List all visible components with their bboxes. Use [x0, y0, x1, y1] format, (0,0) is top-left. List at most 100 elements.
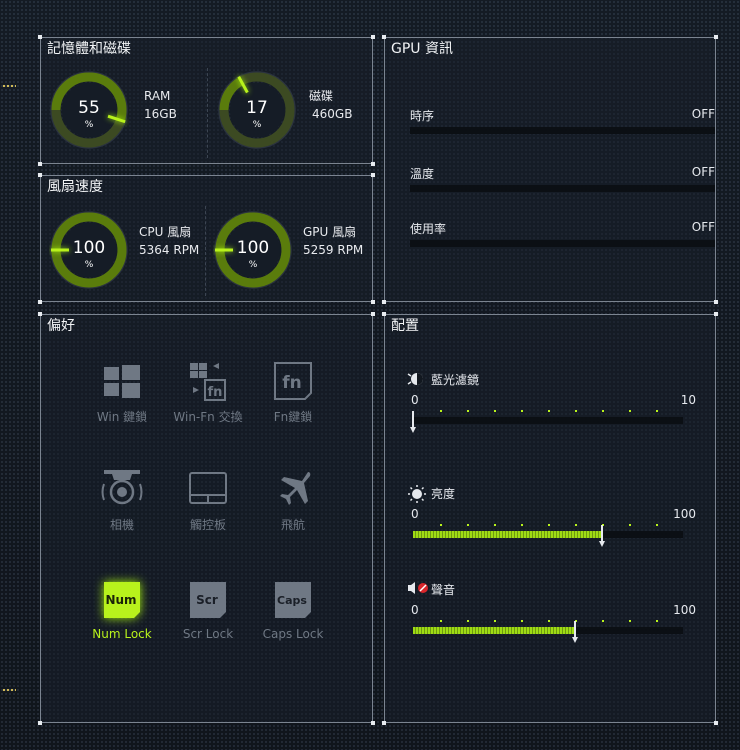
ram-label: RAM 16GB: [144, 87, 177, 123]
ram-gauge-unit: %: [84, 120, 94, 130]
gpu-row-value: OFF: [691, 220, 715, 234]
pref-label: Num Lock: [92, 627, 152, 641]
slider-name: 亮度: [431, 487, 456, 501]
caps-lock-icon: Caps: [275, 582, 311, 618]
cpu-fan-gauge-unit: %: [84, 260, 94, 270]
camera-button[interactable]: 相機: [77, 468, 167, 533]
slider-tick: [548, 620, 550, 622]
fan-panel-title: 風扇速度: [47, 179, 103, 195]
slider-thumb[interactable]: [599, 525, 605, 547]
slider-tick: [575, 410, 577, 412]
fn-key-lock-button[interactable]: fn Fn鍵鎖: [248, 360, 338, 425]
slider-tick: [467, 620, 469, 622]
slider-tick: [548, 524, 550, 526]
win-fn-swap-icon: fn: [190, 363, 226, 401]
slider-tick: [440, 410, 442, 412]
fn-key-icon: fn: [274, 362, 312, 400]
gpu-fan-gauge-value: 100: [236, 238, 270, 258]
gpu-panel-title: GPU 資訊: [391, 41, 453, 57]
config-panel: 配置 藍光濾鏡 0 10 亮度 0 100 聲音 0 100: [382, 312, 718, 725]
slider-thumb[interactable]: [410, 411, 416, 433]
slider-name: 藍光濾鏡: [431, 373, 480, 387]
gpu-row-bar: [410, 185, 715, 192]
brightness-icon: [408, 485, 426, 503]
pref-label: Scr Lock: [182, 627, 234, 641]
slider-name: 聲音: [431, 583, 456, 597]
disk-name: 磁碟: [309, 89, 334, 103]
slider-tick: [494, 410, 496, 412]
cpu-fan-rpm: 5364 RPM: [139, 243, 200, 257]
gpu-fan-gauge: 100 %: [213, 210, 293, 290]
edge-decoration: [2, 688, 16, 693]
win-key-lock-button[interactable]: Win 鍵鎖: [77, 362, 167, 425]
config-panel-title: 配置: [391, 318, 419, 334]
cpu-fan-name: CPU 風扇: [139, 225, 192, 239]
fan-divider: [205, 206, 206, 296]
gpu-row-bar: [410, 127, 715, 134]
slider-track[interactable]: [413, 531, 683, 538]
slider-fill: [413, 627, 575, 634]
num-lock-key-text: Num: [105, 593, 136, 607]
scroll-lock-icon: Scr: [190, 582, 226, 618]
slider-thumb[interactable]: [572, 621, 578, 643]
airplane-icon: [280, 472, 311, 505]
slider-tick: [629, 524, 631, 526]
svg-text:fn: fn: [208, 385, 223, 400]
caps-lock-button[interactable]: Caps Caps Lock: [248, 579, 338, 641]
memory-panel-title: 記憶體和磁碟: [47, 41, 131, 57]
cpu-fan-label: CPU 風扇 5364 RPM: [139, 223, 199, 259]
slider-tick: [467, 410, 469, 412]
cpu-fan-gauge-value: 100: [72, 238, 106, 258]
slider-tick: [521, 524, 523, 526]
ram-size: 16GB: [144, 107, 177, 121]
slider-max: 100: [673, 603, 696, 617]
slider-tick: [467, 524, 469, 526]
num-lock-icon: Num: [104, 582, 140, 618]
slider-tick: [656, 620, 658, 622]
gpu-row-bar: [410, 240, 715, 247]
win-fn-swap-button[interactable]: fn Win-Fn 交換: [163, 360, 253, 425]
camera-icon: [101, 470, 143, 505]
slider-tick: [602, 410, 604, 412]
ram-gauge-value: 55: [78, 98, 100, 118]
disk-gauge-unit: %: [252, 120, 262, 130]
slider-min: 0: [411, 393, 419, 407]
pref-label: Fn鍵鎖: [273, 410, 313, 424]
slider-tick: [656, 410, 658, 412]
svg-text:fn: fn: [282, 373, 302, 393]
gpu-fan-label: GPU 風扇 5259 RPM: [303, 223, 363, 259]
windows-icon: [104, 365, 140, 398]
gpu-row-label: 時序: [410, 109, 435, 123]
volume-icon: [408, 582, 428, 594]
fan-speed-panel: 風扇速度 100 % CPU 風扇 5364 RPM 100 % GPU 風扇 …: [38, 173, 375, 304]
disk-gauge-value: 17: [246, 98, 268, 118]
slider-ticks: [413, 410, 688, 414]
slider-max: 10: [680, 393, 696, 407]
gpu-row-value: OFF: [691, 107, 715, 121]
disk-label: 磁碟 460GB: [309, 87, 352, 123]
gpu-row-label: 溫度: [410, 167, 435, 181]
pref-label: 飛航: [280, 518, 305, 532]
slider-track[interactable]: [413, 627, 683, 634]
disk-gauge: 17 %: [217, 70, 297, 150]
ram-name: RAM: [144, 89, 171, 103]
slider-tick: [656, 524, 658, 526]
scroll-lock-button[interactable]: Scr Scr Lock: [163, 579, 253, 641]
slider-tick: [548, 410, 550, 412]
memory-divider: [207, 68, 208, 158]
airplane-mode-button[interactable]: 飛航: [248, 468, 338, 533]
num-lock-button[interactable]: Num Num Lock: [77, 579, 167, 641]
edge-decoration: [2, 84, 16, 89]
touchpad-button[interactable]: 觸控板: [163, 470, 253, 533]
pref-label: Win 鍵鎖: [96, 410, 148, 424]
preferences-panel-title: 偏好: [47, 318, 75, 334]
caps-lock-key-text: Caps: [277, 594, 307, 607]
slider-tick: [494, 524, 496, 526]
slider-track[interactable]: [413, 417, 683, 424]
slider-tick: [575, 524, 577, 526]
touchpad-icon: [189, 472, 227, 504]
pref-label: 相機: [109, 518, 134, 532]
slider-tick: [521, 410, 523, 412]
slider-tick: [602, 620, 604, 622]
slider-ticks: [413, 524, 688, 528]
